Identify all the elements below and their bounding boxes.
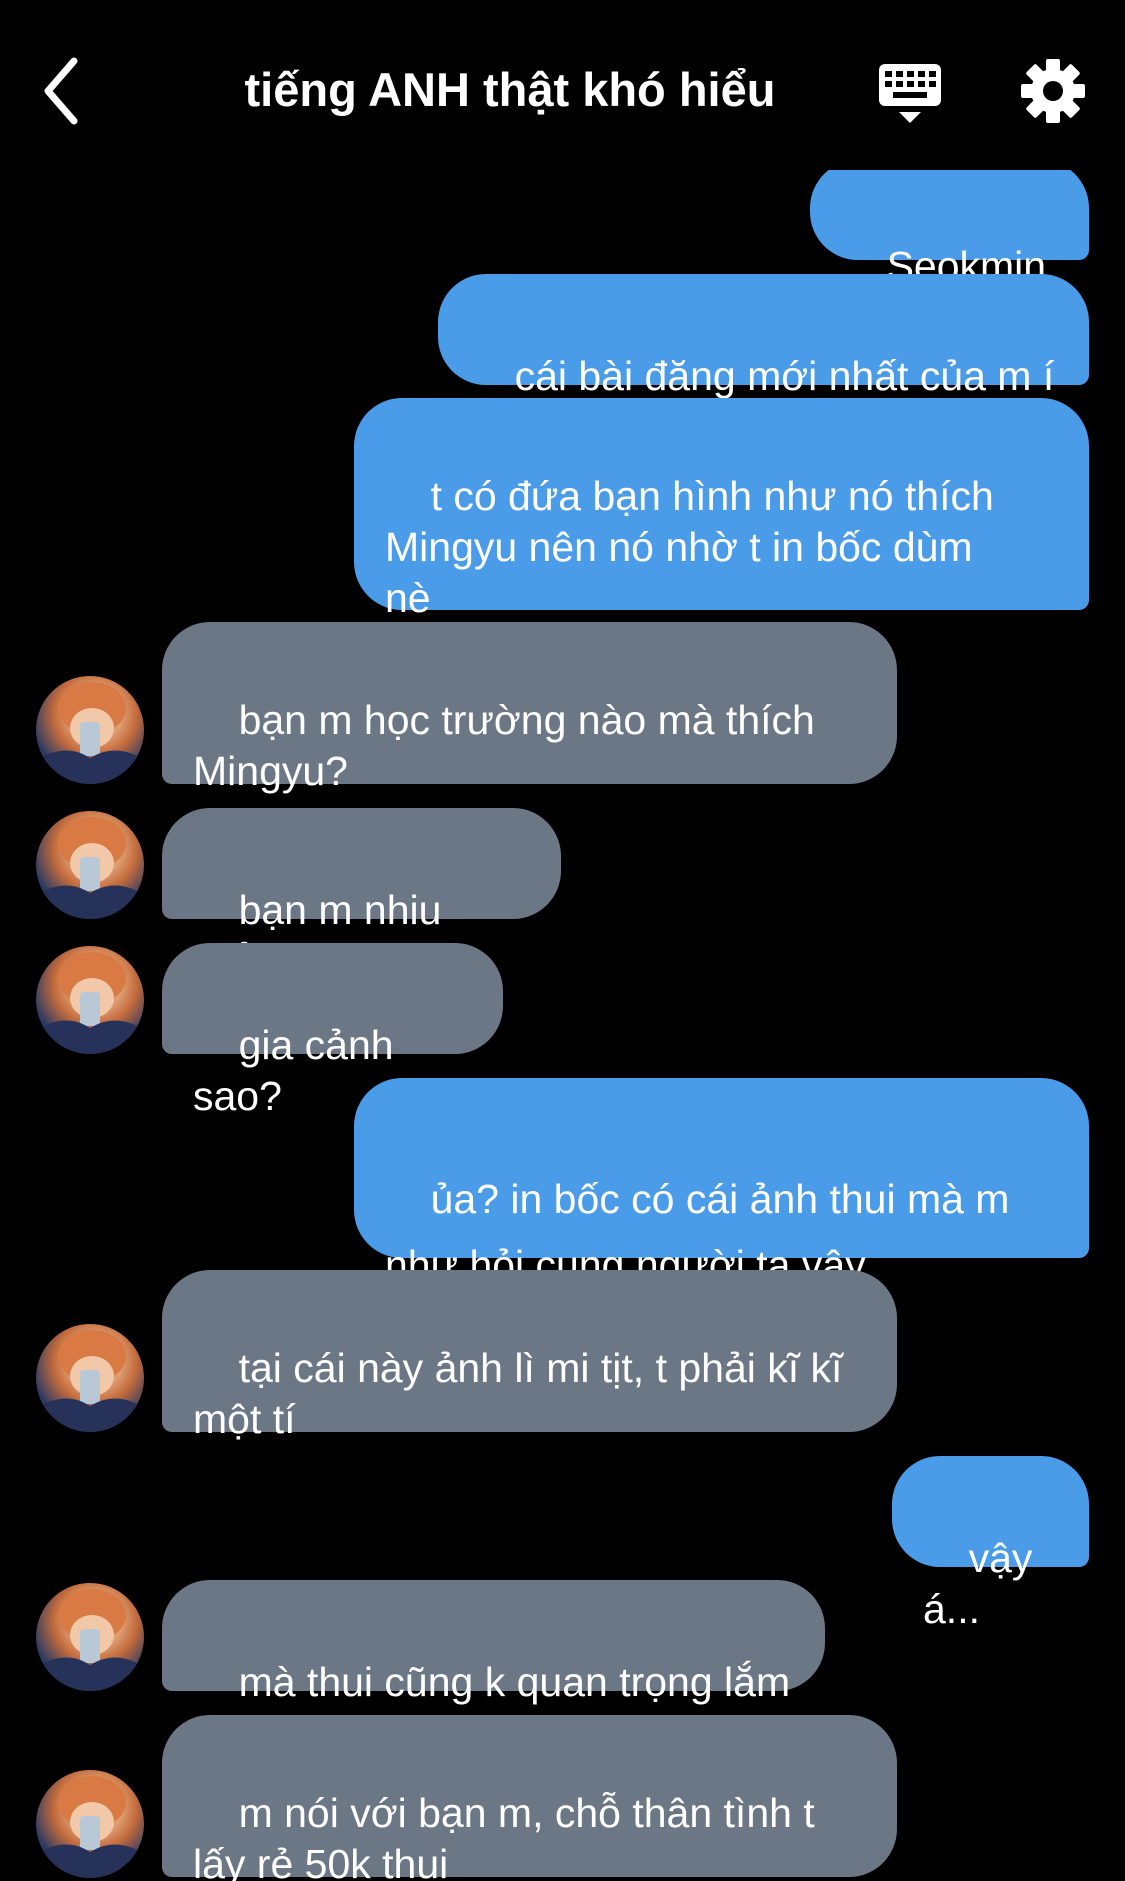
message-text: mà thui cũng k quan trọng lắm (238, 1659, 791, 1705)
back-button[interactable] (40, 55, 100, 125)
message-bubble-outgoing[interactable]: t có đứa bạn hình như nó thích Mingyu nê… (354, 398, 1089, 621)
message-bubble-incoming[interactable]: m nói với bạn m, chỗ thân tình t lấy rẻ … (162, 1715, 897, 1881)
avatar-photo (36, 1330, 144, 1432)
avatar-photo (36, 1776, 144, 1878)
chevron-left-icon (44, 57, 78, 125)
avatar[interactable] (36, 676, 144, 784)
keyboard-button[interactable] (875, 60, 945, 126)
avatar-photo (36, 682, 144, 784)
keyboard-icon (879, 64, 941, 123)
message-bubble-incoming[interactable]: mà thui cũng k quan trọng lắm (162, 1580, 825, 1705)
message-text: m nói với bạn m, chỗ thân tình t lấy rẻ … (193, 1790, 815, 1881)
message-bubble-incoming[interactable]: bạn m học trường nào mà thích Mingyu? (162, 622, 897, 794)
message-text: tại cái này ảnh lì mi tịt, t phải kĩ kĩ … (193, 1345, 843, 1442)
message-bubble-incoming[interactable]: gia cảnh sao? (162, 943, 503, 1119)
chat-header: tiếng ANH thật khó hiểu (0, 0, 1125, 170)
settings-button[interactable] (1020, 58, 1086, 124)
message-bubble-outgoing[interactable]: ủa? in bốc có cái ảnh thui mà m như hỏi … (354, 1078, 1089, 1349)
avatar[interactable] (36, 946, 144, 1054)
message-list[interactable]: Seokmin oi cái bài đăng mới nhất của m í… (0, 170, 1125, 1881)
avatar-photo (36, 952, 144, 1054)
message-bubble-incoming[interactable]: tại cái này ảnh lì mi tịt, t phải kĩ kĩ … (162, 1270, 897, 1442)
conversation-title: tiếng ANH thật khó hiểu (244, 63, 776, 116)
message-text: t có đứa bạn hình như nó thích Mingyu nê… (385, 473, 994, 621)
message-text: vậy á... (923, 1535, 1044, 1632)
avatar-photo (36, 817, 144, 919)
message-bubble-outgoing[interactable]: cái bài đăng mới nhất của m í (438, 274, 1089, 399)
message-bubble-incoming[interactable]: bạn m nhiu tuổi? (162, 808, 561, 984)
message-bubble-outgoing[interactable]: vậy á... (892, 1456, 1089, 1632)
avatar[interactable] (36, 811, 144, 919)
avatar-photo (36, 1589, 144, 1691)
gear-icon (1021, 59, 1085, 123)
message-bubble-outgoing[interactable]: Seokmin oi (810, 170, 1089, 340)
avatar[interactable] (36, 1770, 144, 1878)
message-text: bạn m học trường nào mà thích Mingyu? (193, 697, 815, 794)
message-text: cái bài đăng mới nhất của m í (514, 353, 1055, 399)
avatar[interactable] (36, 1583, 144, 1691)
avatar[interactable] (36, 1324, 144, 1432)
